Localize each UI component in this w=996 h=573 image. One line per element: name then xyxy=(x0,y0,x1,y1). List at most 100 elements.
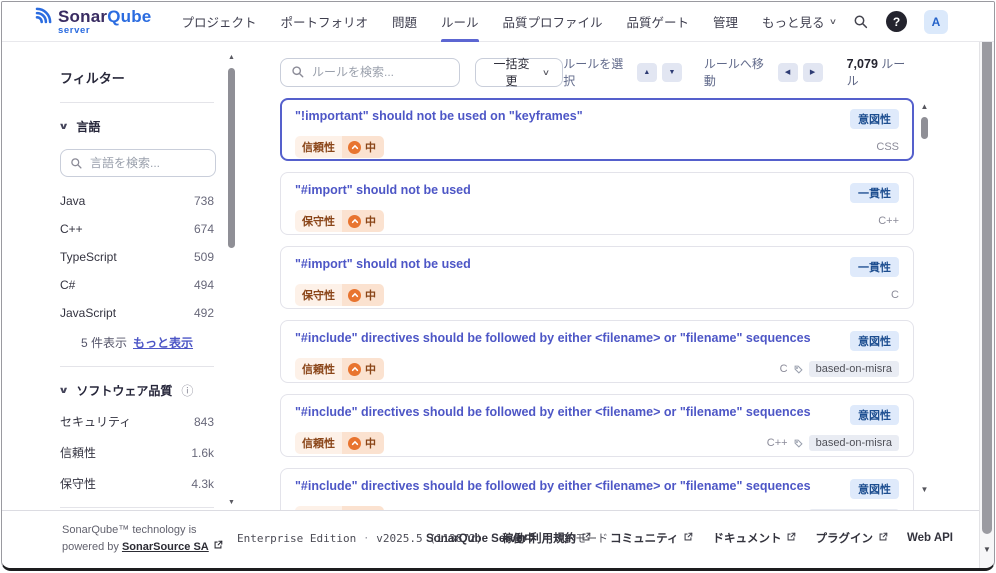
external-link-icon xyxy=(581,532,591,545)
facet-name: 保守性 xyxy=(60,477,97,491)
scroll-up-icon[interactable]: ▲ xyxy=(918,102,931,111)
select-next-button[interactable]: ▼ xyxy=(661,62,682,82)
footer-link[interactable]: ドキュメント xyxy=(712,530,796,546)
chevron-down-icon: ∨ xyxy=(58,385,70,395)
sonarqube-logo[interactable]: SonarQube server xyxy=(22,7,151,37)
sonarsource-link[interactable]: SonarSource SA xyxy=(122,541,209,553)
powered-line1: SonarQube™ technology is xyxy=(62,524,197,536)
help-icon[interactable]: ? xyxy=(886,11,907,32)
sidebar-scrollbar[interactable]: ▲ ▼ xyxy=(226,54,237,506)
goto-prev-button[interactable]: ◀ xyxy=(777,62,798,82)
facet-count: 509 xyxy=(193,250,214,264)
page-scrollbar[interactable]: ▲ ▼ xyxy=(979,2,994,568)
rule-card[interactable]: "#import" should not be used 一貫性 保守性 中 C++ xyxy=(280,172,914,235)
clean-code-attribute-badge: 一貫性 xyxy=(850,183,899,203)
rule-tag[interactable]: based-on-misra xyxy=(808,361,899,377)
scroll-down-icon[interactable]: ▼ xyxy=(918,485,931,494)
divider xyxy=(60,102,214,103)
rule-language: C++ xyxy=(766,437,788,449)
rule-card[interactable]: "#include" directives should be followed… xyxy=(280,320,914,383)
footer-link-label: SonarQube Server 利用規約 xyxy=(425,533,577,545)
nav-item[interactable]: 品質プロファイル xyxy=(503,2,603,41)
select-prev-button[interactable]: ▲ xyxy=(636,62,657,82)
section-software-quality[interactable]: ∨ ソフトウェア品質 ⓘ xyxy=(58,382,214,399)
footer-link-label: プラグイン xyxy=(815,533,873,545)
app-window: SonarQube server プロジェクト ポートフォリオ 問題 ルール 品質プロフ… xyxy=(1,1,995,571)
nav-item-label: 品質ゲート xyxy=(626,16,690,30)
rule-count: 7,079 ルール xyxy=(847,55,914,89)
quality-label: 信頼性 xyxy=(295,432,342,454)
facet-row[interactable]: JavaScript 492 xyxy=(60,306,214,320)
nav-item-label: 品質プロファイル xyxy=(502,16,603,30)
nav-item-label: プロジェクト xyxy=(181,16,257,30)
facet-count: 4.3k xyxy=(191,476,214,491)
rule-card[interactable]: "#import" should not be used 一貫性 保守性 中 C xyxy=(280,246,914,309)
rule-card[interactable]: "#include" directives should be followed… xyxy=(280,468,914,510)
scroll-down-icon[interactable]: ▼ xyxy=(980,545,994,554)
language-search-box xyxy=(60,149,216,177)
section-language[interactable]: ∨ 言語 xyxy=(58,118,214,135)
scrollbar-thumb[interactable] xyxy=(228,68,235,248)
scroll-up-icon[interactable]: ▲ xyxy=(226,54,237,61)
tag-icon xyxy=(794,365,803,374)
scrollbar-thumb[interactable] xyxy=(982,19,992,534)
nav-item-label: もっと見る xyxy=(762,16,825,30)
rule-count-number: 7,079 xyxy=(846,57,878,71)
facet-name: TypeScript xyxy=(60,250,117,264)
facet-count: 494 xyxy=(193,278,214,292)
avatar[interactable]: A xyxy=(924,9,948,34)
facet-row[interactable]: C# 494 xyxy=(60,278,214,292)
nav-item[interactable]: プロジェクト xyxy=(181,2,256,41)
severity-label: 中 xyxy=(365,290,376,302)
quality-label: 信頼性 xyxy=(295,358,342,380)
footer-link[interactable]: Web API xyxy=(907,532,953,544)
rules-search-input[interactable] xyxy=(312,65,442,79)
facet-count: 1.6k xyxy=(191,445,214,460)
scrollbar-thumb[interactable] xyxy=(921,117,928,139)
rule-card[interactable]: "#include" directives should be followed… xyxy=(280,394,914,457)
severity-label: 中 xyxy=(365,142,376,154)
facet-row[interactable]: Java 738 xyxy=(60,194,214,208)
rule-title-link[interactable]: "#include" directives should be followed… xyxy=(295,479,811,493)
facet-row[interactable]: C++ 674 xyxy=(60,222,214,236)
rule-title-link[interactable]: "#import" should not be used xyxy=(295,183,471,197)
scroll-down-icon[interactable]: ▼ xyxy=(226,499,237,506)
nav-item-label: 問題 xyxy=(391,16,417,30)
bulk-change-button[interactable]: 一括変更 ∨ xyxy=(474,57,564,88)
quality-label: 信頼性 xyxy=(295,136,342,158)
nav-item-label: ルール xyxy=(440,16,479,30)
language-search-input[interactable] xyxy=(90,156,200,170)
facet-row[interactable]: 信頼性 1.6k xyxy=(60,444,214,461)
facet-row[interactable]: セキュリティ 843 xyxy=(60,413,214,430)
nav-item[interactable]: もっと見る ∨ xyxy=(762,2,837,41)
rule-title-link[interactable]: "#include" directives should be followed… xyxy=(295,331,811,345)
facet-row[interactable]: TypeScript 509 xyxy=(60,250,214,264)
clean-code-attribute-badge: 意図性 xyxy=(850,405,899,425)
goto-next-button[interactable]: ▶ xyxy=(802,62,823,82)
nav-item[interactable]: ポートフォリオ xyxy=(280,2,368,41)
rule-title-link[interactable]: "#import" should not be used xyxy=(295,257,471,271)
rules-list-scrollbar[interactable]: ▲ ▼ xyxy=(918,102,931,494)
facet-count: 843 xyxy=(193,414,214,429)
footer-link[interactable]: プラグイン xyxy=(815,530,888,546)
nav-item[interactable]: 問題 xyxy=(392,2,417,41)
footer-link[interactable]: コミュニティ xyxy=(610,530,693,546)
rule-tag[interactable]: based-on-misra xyxy=(808,435,899,451)
rule-title-link[interactable]: "!important" should not be used on "keyf… xyxy=(295,109,583,123)
rule-card[interactable]: "!important" should not be used on "keyf… xyxy=(280,98,914,161)
edition-label: Enterprise Edition xyxy=(237,531,357,545)
external-link-icon xyxy=(878,532,888,545)
nav-item[interactable]: ルール xyxy=(440,2,479,42)
show-more-link[interactable]: もっと表示 xyxy=(133,336,193,350)
rule-title-link[interactable]: "#include" directives should be followed… xyxy=(295,405,811,419)
software-quality-pill: 保守性 中 xyxy=(295,284,384,306)
nav-right: ? A xyxy=(853,9,948,34)
select-rule-label: ルールを選択 xyxy=(563,57,624,88)
nav-item[interactable]: 管理 xyxy=(713,2,738,41)
global-search-icon[interactable] xyxy=(853,14,869,30)
footer-link[interactable]: SonarQube Server 利用規約 xyxy=(426,530,591,546)
divider xyxy=(60,507,214,508)
facet-row[interactable]: 保守性 4.3k xyxy=(60,475,214,492)
nav-item[interactable]: 品質ゲート xyxy=(627,2,690,41)
chevron-down-icon: ∨ xyxy=(58,121,70,131)
